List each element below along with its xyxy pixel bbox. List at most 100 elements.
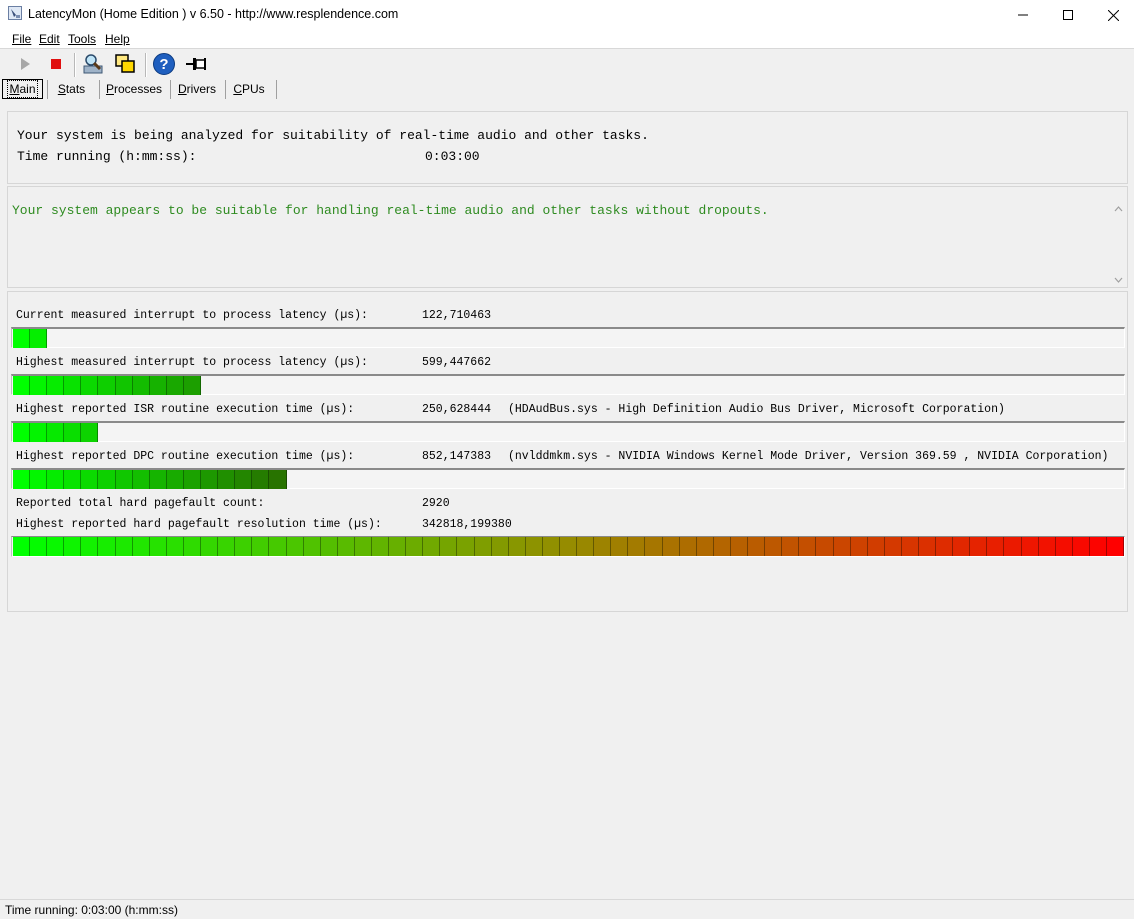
meter-segment [1107,537,1125,556]
metric-label: Current measured interrupt to process la… [16,309,368,322]
tab-main[interactable]: Main [2,79,43,99]
meter-segment [1072,537,1090,556]
meter-segment [183,537,202,556]
tab-processes[interactable]: Processes [101,79,167,99]
conclusion-panel: Your system appears to be suitable for h… [7,186,1128,288]
pagefault-count-value: 2920 [422,497,450,510]
meter-segment [953,537,971,556]
meter-segment [645,537,663,556]
meter-segment [252,470,270,489]
scroll-up-icon [1114,206,1123,212]
tab-processes-label: Processes [105,82,163,96]
meter-segment [713,537,731,556]
meter-segment [30,537,48,556]
status-text: Time running: 0:03:00 (h:mm:ss) [5,903,178,917]
meter-segment [320,537,338,556]
meter-segment [371,537,390,556]
conclusion-scrollbar[interactable] [1110,203,1127,287]
menu-file-label: File [12,32,32,46]
tab-drivers-label: Drivers [177,82,216,96]
meter-segment [765,537,783,556]
tab-separator [99,80,100,99]
meter-segment [508,537,526,556]
meter-segment [799,537,817,556]
meter-segment [867,537,885,556]
meter-segment [252,537,270,556]
pagefault-count-label: Reported total hard pagefault count: [16,497,265,510]
meter-segment [611,537,629,556]
toolbar: ? [0,49,1134,79]
meter-segment [286,537,304,556]
meter-segment [183,376,202,395]
menu-help[interactable]: Help [105,32,130,46]
pagefault-meter [11,536,1125,557]
tab-drivers[interactable]: Drivers [172,79,222,99]
windows-button[interactable] [113,52,137,76]
meter-segment [30,329,48,348]
menu-help-label: Help [105,32,130,46]
meter-segment [542,537,560,556]
metric-value: 599,447662 [422,356,492,369]
tab-main-label: Main [7,80,38,98]
analyze-button[interactable] [81,52,105,76]
start-button[interactable] [13,52,37,76]
meter-segment [440,537,458,556]
menu-file[interactable]: File [12,32,31,46]
maximize-button[interactable] [1045,0,1091,30]
scroll-down-icon [1114,277,1123,283]
meter-fill [13,329,48,348]
tab-separator [170,80,171,99]
summary-panel: Your system is being analyzed for suitab… [7,111,1128,184]
minimize-button[interactable] [1000,0,1046,30]
stop-icon [51,59,61,69]
tab-stats[interactable]: Stats [49,79,94,99]
meter-segment [901,537,919,556]
meter-segment [81,423,99,442]
meter-segment [662,537,680,556]
meter-segment [1021,537,1039,556]
meter-segment [30,470,48,489]
menu-bar: File Edit Tools Help [0,30,1134,49]
meter-segment [577,537,595,556]
meter-segment [269,537,287,556]
meter-segment [816,537,834,556]
meter-segment [98,470,116,489]
window-title: LatencyMon (Home Edition ) v 6.50 - http… [28,7,399,21]
meter-segment [1055,537,1073,556]
meter-segment [13,537,31,556]
meter-segment [81,470,99,489]
meter-segment [81,376,99,395]
toolbar-separator [145,53,147,77]
meter-segment [166,537,184,556]
latency-meter [11,468,1125,489]
app-icon [8,6,22,20]
tab-separator [47,80,48,99]
latency-meter [11,374,1125,395]
meter-segment [491,537,509,556]
metric-detail: (HDAudBus.sys - High Definition Audio Bu… [508,403,1005,416]
metric-label: Highest reported DPC routine execution t… [16,450,355,463]
meter-segment [218,537,236,556]
metric-value: 122,710463 [422,309,492,322]
pin-icon [186,58,206,70]
menu-edit[interactable]: Edit [39,32,60,46]
help-button[interactable]: ? [152,52,176,76]
stop-button[interactable] [44,52,68,76]
meter-segment [389,537,407,556]
meter-segment [337,537,355,556]
tab-cpus[interactable]: CPUs [227,79,271,99]
pin-button[interactable] [185,52,209,76]
close-button[interactable] [1090,0,1134,30]
meter-segment [47,537,65,556]
meter-segment [64,537,82,556]
meter-segment [13,423,31,442]
latency-meter [11,421,1125,442]
metric-detail: (nvlddmkm.sys - NVIDIA Windows Kernel Mo… [508,450,1109,463]
meter-segment [13,376,31,395]
meter-fill [13,537,1125,556]
analyze-icon [83,54,103,74]
meter-segment [218,470,236,489]
meter-segment [474,537,492,556]
meter-segment [166,470,184,489]
menu-tools[interactable]: Tools [68,32,96,46]
